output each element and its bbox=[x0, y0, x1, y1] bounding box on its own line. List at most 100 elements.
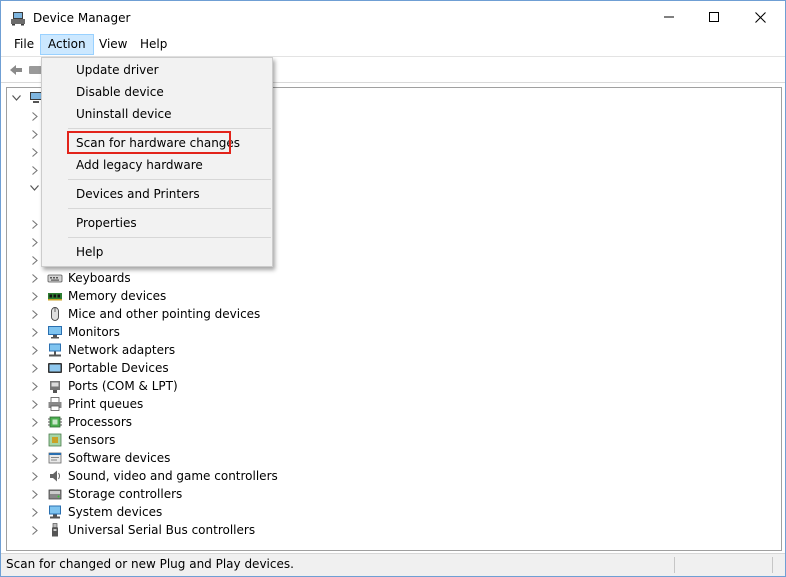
menu-item-help[interactable]: Help bbox=[44, 241, 270, 263]
menu-separator bbox=[68, 179, 271, 180]
tree-node-label[interactable]: Storage controllers bbox=[68, 485, 182, 503]
chevron-right-icon[interactable] bbox=[30, 125, 40, 143]
portable-device-icon bbox=[48, 363, 62, 373]
device-manager-app-icon bbox=[11, 12, 25, 26]
close-button[interactable] bbox=[737, 1, 783, 33]
chevron-right-icon[interactable] bbox=[30, 251, 40, 269]
close-icon bbox=[754, 11, 766, 23]
chevron-right-icon[interactable] bbox=[30, 107, 40, 125]
chevron-down-icon[interactable] bbox=[29, 179, 39, 197]
chevron-right-icon[interactable] bbox=[30, 233, 40, 251]
chevron-right-icon[interactable] bbox=[30, 431, 40, 449]
tree-node-label[interactable]: Software devices bbox=[68, 449, 170, 467]
menu-bar: File Action View Help bbox=[1, 34, 785, 56]
title-bar[interactable]: Device Manager bbox=[1, 1, 785, 35]
chevron-right-icon[interactable] bbox=[30, 341, 40, 359]
tree-row-sensor[interactable]: Sensors bbox=[7, 431, 767, 449]
menu-item-properties[interactable]: Properties bbox=[44, 212, 270, 234]
tree-node-label[interactable]: Universal Serial Bus controllers bbox=[68, 521, 255, 539]
chevron-right-icon[interactable] bbox=[30, 305, 40, 323]
chevron-right-icon[interactable] bbox=[30, 503, 40, 521]
tree-row-mouse[interactable]: Mice and other pointing devices bbox=[7, 305, 767, 323]
tree-node-label[interactable]: Network adapters bbox=[68, 341, 175, 359]
chevron-right-icon[interactable] bbox=[30, 323, 40, 341]
storage-icon bbox=[48, 489, 62, 500]
tree-row-keyboard[interactable]: Keyboards bbox=[7, 269, 767, 287]
tree-node-label[interactable]: Portable Devices bbox=[68, 359, 169, 377]
tree-node-label[interactable]: Sensors bbox=[68, 431, 115, 449]
tree-row-port[interactable]: Ports (COM & LPT) bbox=[7, 377, 767, 395]
status-text: Scan for changed or new Plug and Play de… bbox=[6, 557, 294, 571]
minimize-button[interactable] bbox=[646, 1, 692, 33]
chevron-right-icon[interactable] bbox=[30, 359, 40, 377]
status-divider bbox=[772, 557, 773, 573]
tree-row-network[interactable]: Network adapters bbox=[7, 341, 767, 359]
usb-icon bbox=[52, 523, 58, 537]
chevron-right-icon[interactable] bbox=[30, 449, 40, 467]
chevron-right-icon[interactable] bbox=[30, 485, 40, 503]
tree-row-system-device[interactable]: System devices bbox=[7, 503, 767, 521]
menu-file[interactable]: File bbox=[7, 34, 41, 55]
tree-node-label[interactable]: Mice and other pointing devices bbox=[68, 305, 260, 323]
back-arrow-icon[interactable] bbox=[8, 62, 24, 78]
tree-row-printer[interactable]: Print queues bbox=[7, 395, 767, 413]
monitor-icon bbox=[48, 326, 62, 339]
tree-node-label[interactable]: Memory devices bbox=[68, 287, 166, 305]
menu-view[interactable]: View bbox=[92, 34, 134, 55]
highlight-annotation-box bbox=[67, 131, 231, 154]
sensor-icon bbox=[48, 433, 62, 447]
chevron-right-icon[interactable] bbox=[30, 521, 40, 539]
chevron-right-icon[interactable] bbox=[30, 161, 40, 179]
window-title: Device Manager bbox=[33, 11, 131, 25]
tree-node-label[interactable]: Keyboards bbox=[68, 269, 131, 287]
port-icon bbox=[50, 381, 60, 393]
chevron-right-icon[interactable] bbox=[30, 377, 40, 395]
tree-node-label[interactable]: System devices bbox=[68, 503, 162, 521]
action-menu-dropdown: Update driver Disable device Uninstall d… bbox=[41, 57, 273, 267]
device-manager-window: Device Manager File Action View Help Key… bbox=[0, 0, 786, 577]
tree-row-monitor[interactable]: Monitors bbox=[7, 323, 767, 341]
menu-item-devices-and-printers[interactable]: Devices and Printers bbox=[44, 183, 270, 205]
chevron-right-icon[interactable] bbox=[30, 467, 40, 485]
tree-node-label[interactable]: Monitors bbox=[68, 323, 120, 341]
network-icon bbox=[49, 343, 61, 357]
menu-separator bbox=[68, 237, 271, 238]
tree-row-memory[interactable]: Memory devices bbox=[7, 287, 767, 305]
menu-item-update-driver[interactable]: Update driver bbox=[44, 59, 270, 81]
software-device-icon bbox=[48, 452, 62, 464]
chevron-right-icon[interactable] bbox=[30, 269, 40, 287]
maximize-button[interactable] bbox=[691, 1, 737, 33]
mouse-icon bbox=[51, 307, 59, 321]
chevron-down-icon[interactable] bbox=[11, 89, 21, 107]
menu-action[interactable]: Action bbox=[40, 34, 94, 55]
printer-icon bbox=[48, 397, 62, 411]
tree-node-label[interactable]: Sound, video and game controllers bbox=[68, 467, 278, 485]
tree-row-software-device[interactable]: Software devices bbox=[7, 449, 767, 467]
menu-separator bbox=[68, 208, 271, 209]
menu-item-uninstall-device[interactable]: Uninstall device bbox=[44, 103, 270, 125]
system-device-icon bbox=[49, 505, 61, 519]
chevron-right-icon[interactable] bbox=[30, 143, 40, 161]
menu-separator bbox=[68, 128, 271, 129]
chevron-right-icon[interactable] bbox=[30, 413, 40, 431]
status-bar: Scan for changed or new Plug and Play de… bbox=[1, 553, 785, 576]
tree-row-processor[interactable]: Processors bbox=[7, 413, 767, 431]
tree-row-storage[interactable]: Storage controllers bbox=[7, 485, 767, 503]
menu-item-disable-device[interactable]: Disable device bbox=[44, 81, 270, 103]
menu-help[interactable]: Help bbox=[133, 34, 174, 55]
tree-row-usb[interactable]: Universal Serial Bus controllers bbox=[7, 521, 767, 539]
tree-node-label[interactable]: Processors bbox=[68, 413, 132, 431]
tree-node-label[interactable]: Ports (COM & LPT) bbox=[68, 377, 178, 395]
minimize-icon bbox=[664, 16, 674, 18]
memory-icon bbox=[48, 293, 62, 301]
chevron-right-icon[interactable] bbox=[30, 215, 40, 233]
tree-node-label[interactable]: Print queues bbox=[68, 395, 143, 413]
chevron-right-icon[interactable] bbox=[30, 287, 40, 305]
speaker-icon bbox=[50, 470, 60, 482]
chevron-right-icon[interactable] bbox=[30, 395, 40, 413]
status-divider bbox=[674, 557, 675, 573]
menu-item-add-legacy-hardware[interactable]: Add legacy hardware bbox=[44, 154, 270, 176]
tree-row-speaker[interactable]: Sound, video and game controllers bbox=[7, 467, 767, 485]
tree-row-portable-device[interactable]: Portable Devices bbox=[7, 359, 767, 377]
processor-icon bbox=[48, 416, 62, 428]
